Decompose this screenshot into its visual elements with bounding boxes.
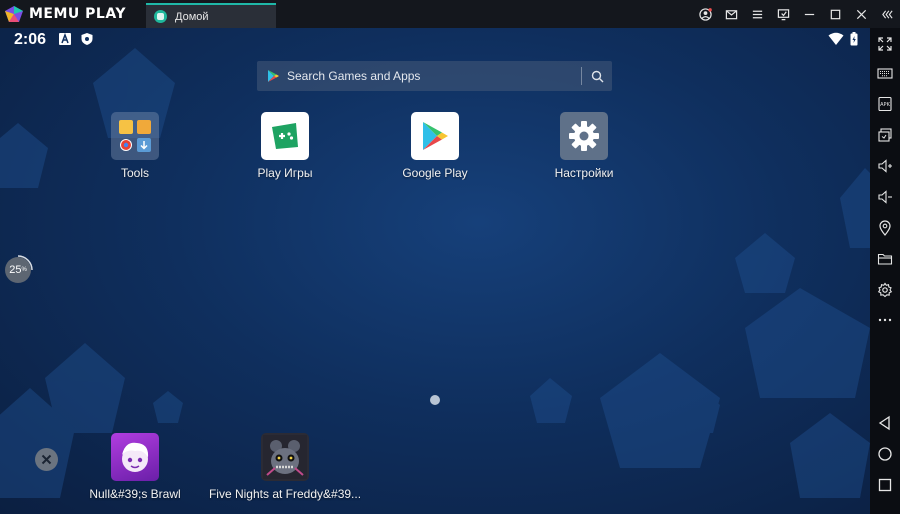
app-google-play[interactable]: Google Play bbox=[380, 112, 490, 180]
floating-close-button[interactable] bbox=[35, 448, 58, 471]
status-clock: 2:06 bbox=[14, 31, 47, 48]
folder-icon bbox=[877, 253, 893, 265]
volume-down-button[interactable] bbox=[870, 185, 900, 209]
memu-logo: MEMU PLAY bbox=[4, 4, 126, 24]
app-play-games-label: Play Игры bbox=[257, 166, 313, 180]
user-account-icon bbox=[698, 7, 712, 21]
location-pin-icon bbox=[879, 220, 891, 236]
app-fnaf-label: Five Nights at Freddy&#39... bbox=[208, 487, 362, 501]
search-button[interactable] bbox=[582, 61, 612, 91]
google-play-small-icon bbox=[268, 70, 279, 82]
close-icon bbox=[856, 9, 866, 19]
volume-up-icon bbox=[878, 159, 892, 173]
notification-a-icon bbox=[59, 32, 71, 45]
app-nulls-brawl-label: Null&#39;s Brawl bbox=[89, 487, 181, 501]
maximize-icon bbox=[830, 9, 840, 19]
window-controls bbox=[692, 0, 900, 28]
search-games-bar[interactable]: Search Games and Apps bbox=[257, 61, 612, 91]
multi-window-icon bbox=[878, 128, 892, 142]
nav-recents-button[interactable] bbox=[870, 473, 900, 497]
screen-mirror-icon bbox=[777, 8, 789, 20]
apk-icon: APK bbox=[878, 96, 892, 112]
nav-back-button[interactable] bbox=[870, 411, 900, 435]
play-games-icon bbox=[261, 112, 309, 160]
battery-icon bbox=[850, 32, 858, 46]
maximize-button[interactable] bbox=[822, 0, 848, 28]
page-indicator-dot bbox=[430, 395, 440, 405]
close-icon bbox=[41, 454, 52, 465]
title-bar: MEMU PLAY Домой bbox=[0, 0, 900, 28]
memu-logo-icon bbox=[5, 6, 23, 22]
location-button[interactable] bbox=[870, 216, 900, 240]
mail-button[interactable] bbox=[718, 0, 744, 28]
mail-icon bbox=[725, 9, 737, 19]
nav-home-button[interactable] bbox=[870, 442, 900, 466]
fps-percent-sign: % bbox=[21, 267, 27, 273]
fnaf-icon bbox=[261, 433, 309, 481]
apk-install-button[interactable]: APK bbox=[870, 92, 900, 116]
multi-window-button[interactable] bbox=[870, 123, 900, 147]
nulls-brawl-icon bbox=[111, 433, 159, 481]
fullscreen-icon bbox=[878, 37, 892, 51]
collapse-sidebar-button[interactable] bbox=[874, 0, 900, 28]
settings-gear-icon bbox=[560, 112, 608, 160]
android-status-bar: 2:06 bbox=[0, 28, 870, 52]
svg-text:APK: APK bbox=[880, 102, 890, 108]
google-play-icon bbox=[411, 112, 459, 160]
volume-down-icon bbox=[878, 190, 892, 204]
tools-folder-icon bbox=[111, 112, 159, 160]
app-play-games[interactable]: Play Игры bbox=[230, 112, 340, 180]
search-icon bbox=[591, 70, 603, 82]
tab-home[interactable]: Домой bbox=[146, 3, 276, 28]
home-tab-icon bbox=[154, 10, 167, 23]
android-screen[interactable]: 2:06 Search Games and Apps Tools Play Иг… bbox=[0, 28, 870, 514]
app-settings[interactable]: Настройки bbox=[529, 112, 639, 180]
gear-icon bbox=[877, 282, 893, 298]
app-settings-label: Настройки bbox=[554, 166, 614, 180]
hamburger-menu-icon bbox=[752, 10, 762, 18]
app-fnaf[interactable]: Five Nights at Freddy&#39... bbox=[208, 433, 362, 501]
wifi-icon bbox=[828, 32, 844, 45]
menu-button[interactable] bbox=[744, 0, 770, 28]
close-button[interactable] bbox=[848, 0, 874, 28]
recents-square-icon bbox=[878, 478, 892, 492]
keyboard-icon bbox=[877, 68, 893, 79]
status-right-icons bbox=[828, 32, 858, 46]
app-tools[interactable]: Tools bbox=[80, 112, 190, 180]
minimize-icon bbox=[804, 13, 814, 15]
tab-home-label: Домой bbox=[175, 10, 209, 23]
shared-folder-button[interactable] bbox=[870, 247, 900, 271]
right-toolbar: APK bbox=[870, 28, 900, 514]
app-tools-label: Tools bbox=[120, 166, 149, 180]
more-dots-icon bbox=[878, 318, 892, 322]
settings-button[interactable] bbox=[870, 278, 900, 302]
fullscreen-button[interactable] bbox=[870, 32, 900, 56]
minimize-button[interactable] bbox=[796, 0, 822, 28]
keyboard-button[interactable] bbox=[870, 61, 900, 85]
search-input[interactable]: Search Games and Apps bbox=[287, 69, 581, 83]
fps-value: 25 bbox=[9, 264, 22, 276]
back-triangle-icon bbox=[878, 415, 890, 431]
screen-mirror-button[interactable] bbox=[770, 0, 796, 28]
app-google-play-label: Google Play bbox=[402, 166, 468, 180]
shield-icon bbox=[81, 33, 93, 45]
brand-name: MEMU PLAY bbox=[29, 6, 126, 22]
fps-counter[interactable]: 25% bbox=[5, 257, 31, 283]
volume-up-button[interactable] bbox=[870, 154, 900, 178]
app-nulls-brawl[interactable]: Null&#39;s Brawl bbox=[80, 433, 190, 501]
account-button[interactable] bbox=[692, 0, 718, 28]
more-options-button[interactable] bbox=[870, 308, 900, 332]
chevrons-left-icon bbox=[881, 9, 893, 19]
home-circle-icon bbox=[878, 447, 892, 461]
